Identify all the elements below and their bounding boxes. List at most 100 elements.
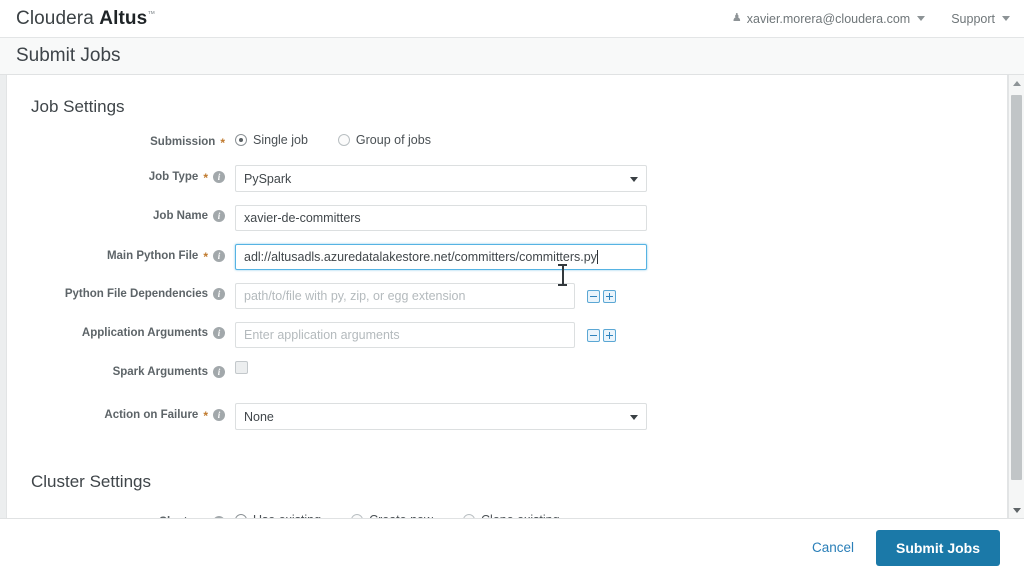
radio-group-of-jobs[interactable]: Group of jobs [337, 133, 431, 147]
support-label: Support [951, 11, 995, 26]
scroll-up-arrow[interactable] [1009, 75, 1024, 91]
brand-name-bold: Altus [99, 7, 148, 29]
form-row-cluster: Cluster * i Use existing Create new [7, 510, 1007, 518]
action-on-failure-selected-value: None [244, 409, 274, 424]
brand-name-light: Cloudera [16, 7, 94, 29]
main-python-file-label-text: Main Python File [106, 250, 199, 262]
action-on-failure-label-text: Action on Failure [104, 409, 199, 421]
action-on-failure-select[interactable]: None [235, 403, 647, 430]
main-python-file-control: adl://altusadls.azuredatalakestore.net/c… [235, 244, 647, 270]
plus-icon[interactable] [603, 289, 616, 303]
application-arguments-label-text: Application Arguments [81, 327, 208, 339]
brand-logo[interactable]: Cloudera Altus™ [16, 8, 155, 30]
top-nav-right-group: ♟ xavier.morera@cloudera.com Support [732, 12, 1010, 26]
form-row-python-file-dependencies: Python File Dependencies i [7, 283, 1007, 309]
form-row-main-python-file: Main Python File * i adl://altusadls.azu… [7, 244, 1007, 270]
vertical-scrollbar[interactable] [1008, 75, 1024, 518]
job-type-select[interactable]: PySpark [235, 165, 647, 192]
minus-icon[interactable] [587, 328, 600, 342]
action-on-failure-label: Action on Failure * i [7, 403, 225, 422]
text-caret [596, 250, 598, 264]
info-icon[interactable]: i [213, 409, 225, 421]
spark-arguments-label-text: Spark Arguments [112, 366, 208, 378]
form-row-action-on-failure: Action on Failure * i None [7, 403, 1007, 430]
spark-arguments-control [235, 361, 248, 374]
cluster-control: Use existing Create new Clone existing [235, 510, 560, 518]
application-arguments-stepper [587, 328, 616, 342]
form-footer-bar: Cancel Submit Jobs [0, 518, 1024, 576]
job-name-control [235, 205, 647, 231]
job-name-label-text: Job Name [153, 210, 208, 222]
application-arguments-label: Application Arguments i [7, 322, 225, 339]
required-asterisk: * [203, 250, 208, 264]
required-asterisk: * [203, 409, 208, 423]
job-settings-heading: Job Settings [31, 97, 125, 116]
main-python-file-label: Main Python File * i [7, 244, 225, 263]
radio-unselected-icon [337, 134, 350, 146]
minus-icon[interactable] [587, 289, 600, 303]
required-asterisk: * [220, 136, 225, 150]
application-arguments-control [235, 322, 616, 348]
radio-single-job[interactable]: Single job [235, 133, 308, 147]
info-icon[interactable]: i [213, 366, 225, 378]
form-row-application-arguments: Application Arguments i [7, 322, 1007, 348]
job-name-input[interactable] [235, 205, 647, 231]
main-python-file-value: adl://altusadls.azuredatalakestore.net/c… [244, 250, 597, 264]
chevron-down-icon [1002, 16, 1010, 21]
user-email-label: xavier.morera@cloudera.com [746, 11, 911, 26]
info-icon[interactable]: i [213, 288, 225, 300]
radio-group-of-jobs-label: Group of jobs [355, 133, 431, 147]
scroll-down-arrow[interactable] [1009, 502, 1024, 518]
action-on-failure-control: None [235, 403, 647, 430]
cancel-button[interactable]: Cancel [812, 540, 854, 555]
radio-single-job-label: Single job [253, 133, 308, 147]
info-icon[interactable]: i [213, 171, 225, 183]
info-icon[interactable]: i [213, 210, 225, 222]
job-type-selected-value: PySpark [244, 171, 292, 186]
chevron-down-icon [917, 16, 926, 21]
job-type-label-text: Job Type [148, 171, 199, 183]
python-file-dependencies-label-text: Python File Dependencies [64, 288, 208, 300]
chevron-down-icon [630, 176, 638, 182]
form-row-job-type: Job Type * i PySpark [7, 165, 1007, 192]
triangle-down-icon [1012, 507, 1021, 513]
submission-control: Single job Group of jobs [235, 130, 431, 147]
submission-radio-group: Single job Group of jobs [235, 130, 431, 147]
plus-icon[interactable] [603, 328, 616, 342]
support-menu[interactable]: Support [951, 12, 1010, 26]
user-menu[interactable]: ♟ xavier.morera@cloudera.com [731, 11, 926, 26]
form-scroll-viewport: Job Settings Submission * Single job Gro… [0, 75, 1024, 518]
info-icon[interactable]: i [213, 250, 225, 262]
chevron-down-icon [630, 414, 638, 420]
submission-label-text: Submission [150, 136, 216, 148]
page-title: Submit Jobs [16, 45, 121, 66]
trademark-symbol: ™ [147, 9, 156, 19]
cluster-settings-heading: Cluster Settings [31, 472, 151, 491]
spark-arguments-label: Spark Arguments i [7, 361, 225, 378]
submit-jobs-button[interactable]: Submit Jobs [875, 529, 1000, 566]
job-type-label: Job Type * i [7, 165, 225, 184]
main-python-file-input[interactable]: adl://altusadls.azuredatalakestore.net/c… [235, 244, 647, 270]
python-file-dependencies-input[interactable] [235, 283, 575, 309]
form-card: Job Settings Submission * Single job Gro… [6, 75, 1008, 518]
submission-label: Submission * [7, 130, 225, 149]
triangle-up-icon [1012, 80, 1021, 86]
python-file-dependencies-control [235, 283, 616, 309]
radio-selected-icon [235, 134, 247, 146]
info-icon[interactable]: i [213, 327, 225, 339]
scrollbar-thumb[interactable] [1011, 95, 1022, 480]
user-icon: ♟ [731, 12, 742, 24]
form-row-spark-arguments: Spark Arguments i [7, 361, 1007, 383]
spark-arguments-checkbox[interactable] [235, 361, 248, 374]
job-type-control: PySpark [235, 165, 647, 192]
cluster-label: Cluster * i [7, 510, 225, 518]
page-header-bar: Submit Jobs [0, 38, 1024, 75]
required-asterisk: * [203, 171, 208, 185]
form-row-job-name: Job Name i [7, 205, 1007, 231]
application-arguments-input[interactable] [235, 322, 575, 348]
python-file-dependencies-stepper [587, 289, 616, 303]
top-navigation-bar: Cloudera Altus™ ♟ xavier.morera@cloudera… [0, 0, 1024, 38]
cluster-radio-group: Use existing Create new Clone existing [235, 510, 560, 518]
job-name-label: Job Name i [7, 205, 225, 222]
python-file-dependencies-label: Python File Dependencies i [7, 283, 225, 300]
